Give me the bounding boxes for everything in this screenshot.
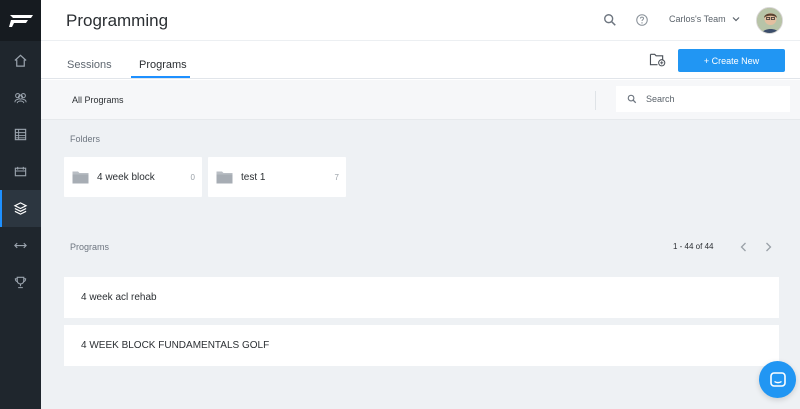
scope-filter[interactable]: All Programs bbox=[72, 95, 124, 105]
pagination-status: 1 - 44 of 44 bbox=[673, 242, 714, 251]
sidebar-item-table[interactable] bbox=[0, 116, 41, 153]
tab-programs[interactable]: Programs bbox=[139, 59, 187, 71]
layers-icon bbox=[13, 202, 28, 215]
avatar[interactable] bbox=[756, 7, 783, 34]
folder-count: 0 bbox=[190, 172, 195, 182]
folder-icon bbox=[216, 171, 233, 184]
logo-icon bbox=[8, 14, 33, 27]
main-content: All Programs Folders 4 week block 0 test… bbox=[41, 80, 800, 409]
tab-sessions[interactable]: Sessions bbox=[67, 59, 112, 71]
page-title: Programming bbox=[66, 11, 169, 30]
folder-add-icon[interactable] bbox=[649, 52, 666, 67]
search-input[interactable] bbox=[646, 94, 776, 104]
program-name: 4 week acl rehab bbox=[81, 292, 157, 303]
avatar-image bbox=[757, 8, 782, 33]
sidebar-item-home[interactable] bbox=[0, 42, 41, 79]
sidebar-item-programming[interactable] bbox=[0, 190, 41, 227]
search-icon[interactable] bbox=[603, 13, 617, 27]
chat-launcher-button[interactable] bbox=[759, 361, 796, 398]
folders-heading: Folders bbox=[70, 134, 101, 144]
chat-icon bbox=[769, 371, 786, 387]
previous-page-button[interactable] bbox=[737, 240, 749, 254]
chevron-down-icon bbox=[732, 17, 740, 22]
sidebar-item-calendar[interactable] bbox=[0, 153, 41, 190]
chevron-left-icon bbox=[740, 242, 746, 252]
active-tab-indicator bbox=[131, 76, 190, 78]
filter-bar: All Programs bbox=[41, 80, 800, 120]
calendar-icon bbox=[14, 166, 27, 177]
folder-count: 7 bbox=[334, 172, 339, 182]
create-new-button[interactable]: + Create New bbox=[678, 49, 785, 72]
help-icon[interactable] bbox=[635, 13, 649, 27]
folder-card[interactable]: test 1 7 bbox=[208, 157, 346, 197]
chevron-right-icon bbox=[765, 242, 771, 252]
program-row[interactable]: 4 WEEK BLOCK FUNDAMENTALS GOLF bbox=[64, 325, 779, 366]
trophy-icon bbox=[14, 276, 27, 289]
arrows-horizontal-icon bbox=[14, 242, 27, 249]
folder-name: 4 week block bbox=[97, 171, 155, 183]
app-logo[interactable] bbox=[0, 0, 41, 41]
sidebar-item-leaderboard[interactable] bbox=[0, 264, 41, 301]
folder-name: test 1 bbox=[241, 171, 266, 183]
team-icon bbox=[14, 93, 27, 104]
programs-heading: Programs bbox=[70, 242, 110, 252]
divider bbox=[595, 91, 596, 110]
sidebar-item-team[interactable] bbox=[0, 79, 41, 116]
next-page-button[interactable] bbox=[762, 240, 774, 254]
program-row[interactable]: 4 week acl rehab bbox=[64, 277, 779, 318]
search-box[interactable] bbox=[616, 86, 790, 112]
folder-icon bbox=[72, 171, 89, 184]
table-icon bbox=[14, 128, 27, 141]
sidebar-item-exercises[interactable] bbox=[0, 227, 41, 264]
sidebar bbox=[0, 0, 41, 409]
folder-card[interactable]: 4 week block 0 bbox=[64, 157, 202, 197]
home-icon bbox=[14, 54, 27, 67]
tab-bar: Sessions Programs + Create New bbox=[41, 41, 800, 79]
search-icon bbox=[627, 94, 637, 104]
program-name: 4 WEEK BLOCK FUNDAMENTALS GOLF bbox=[81, 340, 270, 351]
team-label: Carlos's Team bbox=[669, 14, 726, 24]
team-selector[interactable]: Carlos's Team bbox=[669, 14, 740, 24]
top-header: Programming Carlos's Team bbox=[41, 0, 800, 41]
